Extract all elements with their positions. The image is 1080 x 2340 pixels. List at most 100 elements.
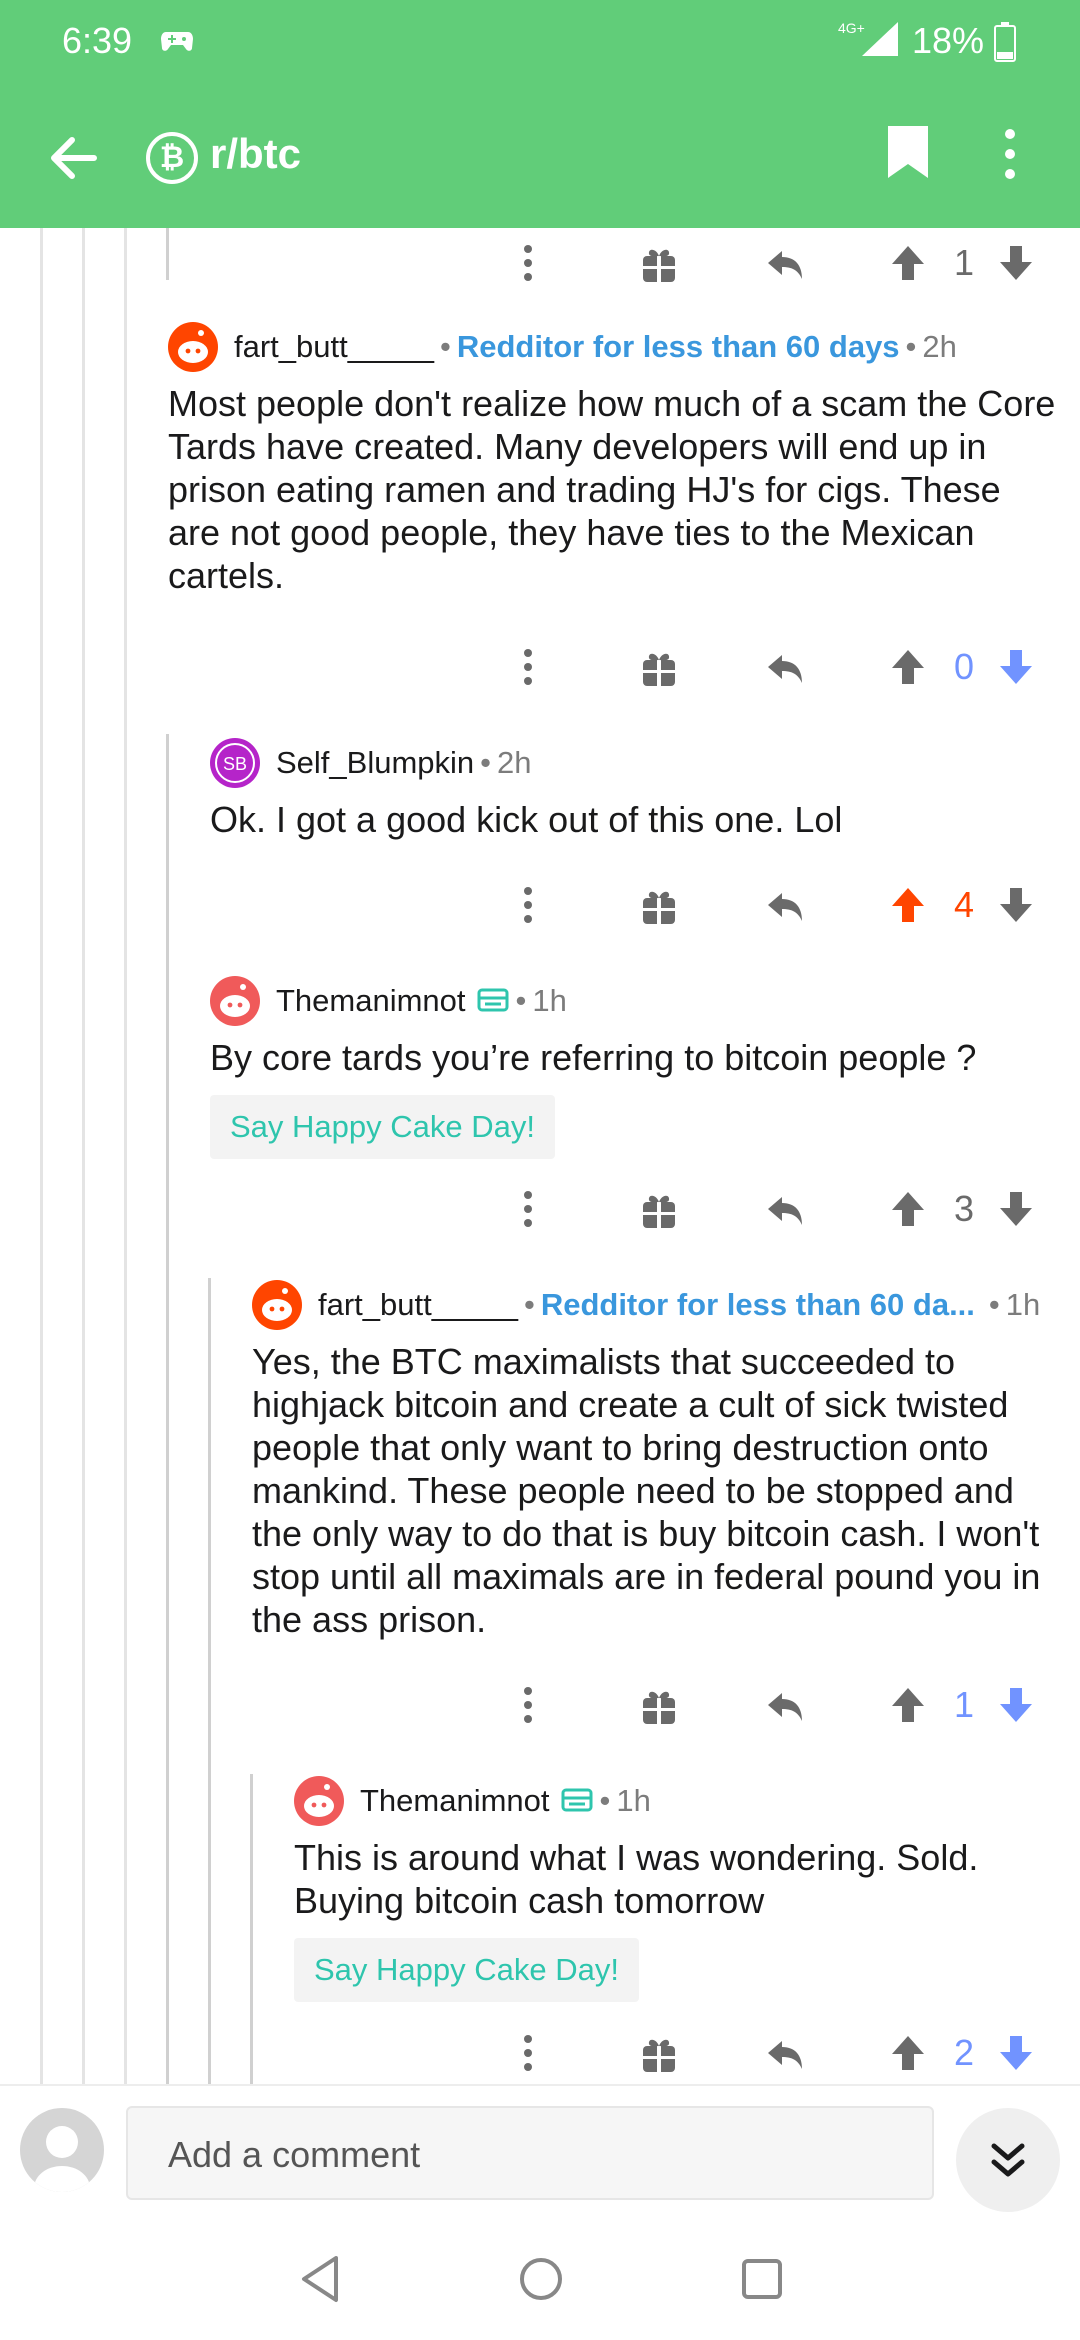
comment-thread[interactable]: 1 fart_butt_____ • Redditor for less tha…: [0, 228, 1080, 2084]
snoo-avatar[interactable]: [252, 1280, 302, 1330]
vote-score: 2: [953, 2032, 975, 2073]
snoo-avatar[interactable]: [168, 322, 218, 372]
comment-time: 2h: [497, 745, 532, 780]
comment-header: fart_butt_____ • Redditor for less than …: [252, 1278, 1080, 1332]
game-controller-icon: [160, 28, 194, 59]
downvote-arrow-icon[interactable]: [996, 2028, 1036, 2078]
vote-score: 1: [953, 1684, 975, 1725]
comment-header: Themanimnot • 1h: [294, 1774, 1080, 1828]
app-bar: ₿ r/btc: [0, 110, 1080, 200]
nav-back-icon[interactable]: [298, 2254, 342, 2309]
comment-body: By core tards you’re referring to bitcoi…: [210, 1037, 977, 1078]
comment: SB Self_Blumpkin • 2h Ok. I got a good k…: [210, 736, 1080, 841]
comment: fart_butt_____ • Redditor for less than …: [168, 320, 1080, 597]
award-gift-icon[interactable]: [640, 238, 678, 288]
user-flair: Redditor for less than 60 days: [456, 329, 900, 364]
user-flair: Redditor for less than 60 da...: [540, 1287, 975, 1322]
comment-username[interactable]: Self_Blumpkin: [276, 745, 474, 781]
reply-icon[interactable]: [764, 1184, 806, 1234]
upvote-arrow-icon[interactable]: [888, 238, 928, 288]
comment-header: fart_butt_____ • Redditor for less than …: [168, 320, 1080, 374]
more-options-icon[interactable]: [520, 642, 536, 692]
award-gift-icon[interactable]: [640, 1680, 678, 1730]
battery-percent: 18%: [912, 20, 985, 61]
vote-score: 1: [953, 242, 975, 283]
separator-dot: •: [599, 1783, 611, 1818]
bookmark-icon[interactable]: [886, 124, 930, 185]
signal-icon: [860, 20, 900, 63]
cake-day-button[interactable]: Say Happy Cake Day!: [294, 1938, 639, 2002]
reply-icon[interactable]: [764, 238, 806, 288]
upvote-arrow-icon[interactable]: [888, 880, 928, 930]
comment-actions: 0: [0, 632, 1080, 702]
comment-time: 1h: [1005, 1287, 1041, 1322]
separator-dot: •: [988, 1287, 1000, 1322]
thread-line[interactable]: [124, 228, 127, 2084]
comment-username[interactable]: Themanimnot: [276, 983, 466, 1019]
cake-day-icon: [476, 982, 510, 1020]
upvote-arrow-icon[interactable]: [888, 642, 928, 692]
more-options-icon[interactable]: [520, 1680, 536, 1730]
comment-time: 2h: [922, 329, 957, 364]
reply-icon[interactable]: [764, 880, 806, 930]
back-arrow-icon[interactable]: [44, 128, 104, 188]
nav-recents-icon[interactable]: [740, 2254, 784, 2309]
downvote-arrow-icon[interactable]: [996, 642, 1036, 692]
vote-score: 3: [953, 1188, 975, 1229]
reply-icon[interactable]: [764, 1680, 806, 1730]
reply-icon[interactable]: [764, 642, 806, 692]
more-options-icon[interactable]: [520, 238, 536, 288]
award-gift-icon[interactable]: [640, 880, 678, 930]
comment-time: 1h: [616, 1783, 651, 1818]
comment-actions: 3: [0, 1174, 1080, 1244]
comment-body: This is around what I was wondering. Sol…: [294, 1837, 979, 1921]
cake-day-button[interactable]: Say Happy Cake Day!: [210, 1095, 555, 1159]
cake-day-icon: [560, 1782, 594, 1820]
comment-username[interactable]: Themanimnot: [360, 1783, 550, 1819]
snoo-avatar[interactable]: [294, 1776, 344, 1826]
comment: fart_butt_____ • Redditor for less than …: [252, 1278, 1080, 1641]
thread-line[interactable]: [40, 228, 43, 2084]
upvote-arrow-icon[interactable]: [888, 1680, 928, 1730]
comment-actions: 2: [0, 2018, 1080, 2084]
user-avatar-icon[interactable]: [20, 2108, 104, 2192]
comment-body: Yes, the BTC maximalists that succeeded …: [252, 1341, 1041, 1640]
more-options-icon[interactable]: [520, 880, 536, 930]
award-gift-icon[interactable]: [640, 642, 678, 692]
separator-dot: •: [905, 329, 917, 364]
downvote-arrow-icon[interactable]: [996, 880, 1036, 930]
user-avatar[interactable]: SB: [210, 738, 260, 788]
comment-username[interactable]: fart_butt_____: [318, 1287, 518, 1323]
comment-body: Most people don't realize how much of a …: [168, 383, 1056, 596]
separator-dot: •: [515, 983, 527, 1018]
comment-header: SB Self_Blumpkin • 2h: [210, 736, 1080, 790]
nav-home-icon[interactable]: [518, 2254, 564, 2309]
svg-text:SB: SB: [223, 754, 247, 774]
downvote-arrow-icon[interactable]: [996, 1680, 1036, 1730]
app-header: 6:39 4G+ 18% ₿ r/btc: [0, 0, 1080, 228]
award-gift-icon[interactable]: [640, 1184, 678, 1234]
award-gift-icon[interactable]: [640, 2028, 678, 2078]
upvote-arrow-icon[interactable]: [888, 1184, 928, 1234]
more-options-icon[interactable]: [520, 2028, 536, 2078]
comment-username[interactable]: fart_butt_____: [234, 329, 434, 365]
downvote-arrow-icon[interactable]: [996, 238, 1036, 288]
upvote-arrow-icon[interactable]: [888, 2028, 928, 2078]
snoo-avatar[interactable]: [210, 976, 260, 1026]
downvote-arrow-icon[interactable]: [996, 1184, 1036, 1234]
overflow-menu-icon[interactable]: [1002, 126, 1018, 187]
comment-body: Ok. I got a good kick out of this one. L…: [210, 799, 843, 840]
separator-dot: •: [523, 1287, 535, 1322]
comment: Themanimnot • 1h This is around what I w…: [294, 1774, 1080, 2002]
subreddit-title[interactable]: r/btc: [210, 130, 301, 178]
bitcoin-icon[interactable]: ₿: [146, 132, 198, 184]
expand-chevron-icon[interactable]: [956, 2108, 1060, 2212]
more-options-icon[interactable]: [520, 1184, 536, 1234]
status-time: 6:39: [62, 20, 133, 61]
comment-actions: 1: [0, 228, 1080, 298]
add-comment-input[interactable]: Add a comment: [126, 2106, 934, 2200]
battery-icon: [994, 22, 1016, 67]
reply-icon[interactable]: [764, 2028, 806, 2078]
thread-line[interactable]: [82, 228, 85, 2084]
vote-score: 4: [953, 884, 975, 925]
